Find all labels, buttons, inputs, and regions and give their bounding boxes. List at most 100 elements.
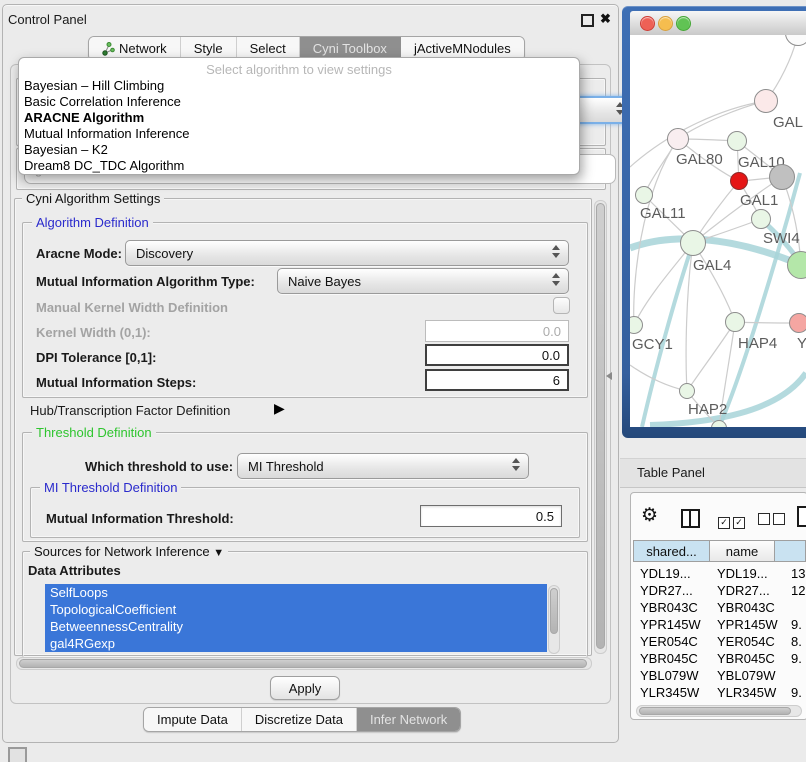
mi-algorithm-type-select[interactable]: Naive Bayes [277, 268, 569, 294]
table-cell: 9. [791, 702, 806, 703]
attribute-list-scrollbar[interactable] [548, 585, 560, 654]
mi-threshold-label: Mutual Information Threshold: [46, 511, 234, 526]
new-table-icon[interactable] [797, 506, 806, 527]
kernel-width-field[interactable]: 0.0 [425, 320, 569, 342]
table-cell: YLR345W [640, 685, 712, 700]
node-y-partial[interactable] [789, 313, 806, 333]
table-cell: YLR345W [717, 685, 781, 700]
table-panel-title: Table Panel [637, 465, 705, 480]
data-attributes-list[interactable]: SelfLoopsTopologicalCoefficientBetweenne… [45, 584, 547, 652]
dpi-tolerance-label: DPI Tolerance [0,1]: [36, 350, 156, 365]
select-all-columns-icon[interactable]: ✓✓ [718, 512, 748, 530]
table-row[interactable]: YLR345W YLR345W 9. [633, 685, 806, 702]
minimized-panel-icon[interactable] [8, 747, 27, 762]
network-canvas[interactable]: GALGAL80GAL10GAL1GAL11SWI4GAL4GCY1HAP4YH… [630, 35, 806, 427]
node-hap4[interactable] [725, 312, 745, 332]
manual-kernel-width-checkbox[interactable] [553, 297, 570, 314]
node-hap4-label: HAP4 [738, 335, 777, 352]
node-gcy1-label: GCY1 [632, 336, 673, 353]
table-cell: YBL079W [717, 668, 781, 683]
columns-icon[interactable] [681, 509, 700, 528]
node-hap2-label: HAP2 [688, 401, 727, 418]
sources-group-title[interactable]: Sources for Network Inference ▼ [30, 544, 228, 559]
tab-discretize-data-label: Discretize Data [255, 712, 343, 727]
table-row[interactable]: YBR043CYBR043C [633, 600, 806, 617]
close-traffic-light[interactable] [640, 16, 655, 31]
tab-impute-data[interactable]: Impute Data [144, 708, 242, 731]
table-row[interactable]: YBR045CYBR045C9. [633, 651, 806, 668]
table-cell: YIL052C [717, 702, 781, 703]
expand-right-icon[interactable]: ▶ [274, 400, 285, 417]
table-row[interactable]: YBL079WYBL079W [633, 668, 806, 685]
algorithm-option-basic-correlation-inference[interactable]: Basic Correlation Inference [19, 94, 579, 110]
tab-infer-network-label: Infer Network [370, 712, 447, 727]
table-row[interactable]: YER054CYER054C8. [633, 634, 806, 651]
mi-algorithm-type-label: Mutual Information Algorithm Type: [36, 274, 255, 289]
table-cell: 13 [791, 566, 806, 581]
settings-horizontal-scrollbar[interactable] [16, 657, 592, 670]
table-cell: YPR145W [640, 617, 712, 632]
table-cell: 9. [791, 651, 806, 666]
table-horizontal-scrollbar[interactable] [636, 705, 802, 717]
table-row[interactable]: YPR145WYPR145W9. [633, 617, 806, 634]
algorithm-option-dream8-dc-tdc-algorithm[interactable]: Dream8 DC_TDC Algorithm [19, 158, 579, 174]
table-cell: YER054C [717, 634, 781, 649]
table-row[interactable]: YDR27...YDR27...12 [633, 583, 806, 600]
column-header-name[interactable]: name [710, 540, 775, 562]
table-cell: 12 [791, 583, 806, 598]
float-window-icon[interactable] [581, 14, 594, 27]
aracne-mode-select[interactable]: Discovery [125, 240, 569, 266]
node-swi4-label: SWI4 [763, 230, 800, 247]
settings-vertical-scrollbar[interactable] [594, 200, 607, 654]
collapse-down-icon[interactable]: ▼ [213, 547, 224, 559]
attribute-item-topologicalcoefficient[interactable]: TopologicalCoefficient [45, 601, 547, 618]
apply-button[interactable]: Apply [270, 676, 340, 700]
node-gal11[interactable] [635, 186, 653, 204]
table-cell: YIL052C [640, 702, 712, 703]
algorithm-option-bayesian-hill-climbing[interactable]: Bayesian – Hill Climbing [19, 78, 579, 94]
divider-collapse-arrow-icon[interactable] [606, 372, 612, 380]
column-header-shared-name[interactable]: shared... [633, 540, 710, 562]
algorithm-option-aracne-algorithm[interactable]: ARACNE Algorithm [19, 110, 579, 126]
tab-infer-network[interactable]: Infer Network [357, 708, 460, 731]
attribute-item-selfloops[interactable]: SelfLoops [45, 584, 547, 601]
deselect-all-columns-icon[interactable] [758, 512, 788, 530]
column-header-partial[interactable] [775, 540, 806, 562]
node-gal4[interactable] [680, 230, 706, 256]
dpi-tolerance-field[interactable]: 0.0 [425, 344, 569, 366]
tab-discretize-data[interactable]: Discretize Data [242, 708, 357, 731]
table-cell: YDL19... [717, 566, 781, 581]
node-gal1[interactable] [730, 172, 748, 190]
sources-title-text: Sources for Network Inference [34, 544, 210, 559]
node-gal-partial[interactable] [754, 89, 778, 113]
node-gal80[interactable] [667, 128, 689, 150]
table-body: YDL19...YDL19...13YDR27...YDR27...12YBR0… [633, 566, 806, 703]
hub-definition-toggle-label[interactable]: Hub/Transcription Factor Definition [30, 403, 230, 418]
mi-steps-field[interactable]: 6 [425, 369, 569, 391]
attribute-item-betweennesscentrality[interactable]: BetweennessCentrality [45, 618, 547, 635]
table-row[interactable]: YDL19...YDL19...13 [633, 566, 806, 583]
application-root: Control Panel ✖ NetworkStyleSelectCyni T… [0, 0, 806, 762]
network-window-titlebar[interactable] [630, 11, 806, 36]
mi-threshold-field[interactable]: 0.5 [420, 505, 562, 527]
table-cell: YBR043C [640, 600, 712, 615]
close-window-icon[interactable]: ✖ [600, 11, 611, 27]
tab-style-label: Style [194, 41, 223, 56]
table-cell: 9. [791, 617, 806, 632]
which-threshold-select[interactable]: MI Threshold [237, 453, 529, 479]
node-gal4-label: GAL4 [693, 257, 731, 274]
combo-spinner-icon [552, 273, 560, 286]
algorithm-option-bayesian-k2[interactable]: Bayesian – K2 [19, 142, 579, 158]
attribute-item-gal4rgexp[interactable]: gal4RGexp [45, 635, 547, 652]
table-cell: YER054C [640, 634, 712, 649]
node-gray[interactable] [769, 164, 795, 190]
gear-icon[interactable]: ⚙ [641, 504, 658, 527]
minimize-traffic-light[interactable] [658, 16, 673, 31]
node-gal10[interactable] [727, 131, 747, 151]
algorithm-option-mutual-information-inference[interactable]: Mutual Information Inference [19, 126, 579, 142]
zoom-traffic-light[interactable] [676, 16, 691, 31]
table-row[interactable]: YIL052C YIL052C 9. [633, 702, 806, 703]
node-hap2[interactable] [679, 383, 695, 399]
which-threshold-value: MI Threshold [248, 459, 324, 474]
node-swi4[interactable] [751, 209, 771, 229]
